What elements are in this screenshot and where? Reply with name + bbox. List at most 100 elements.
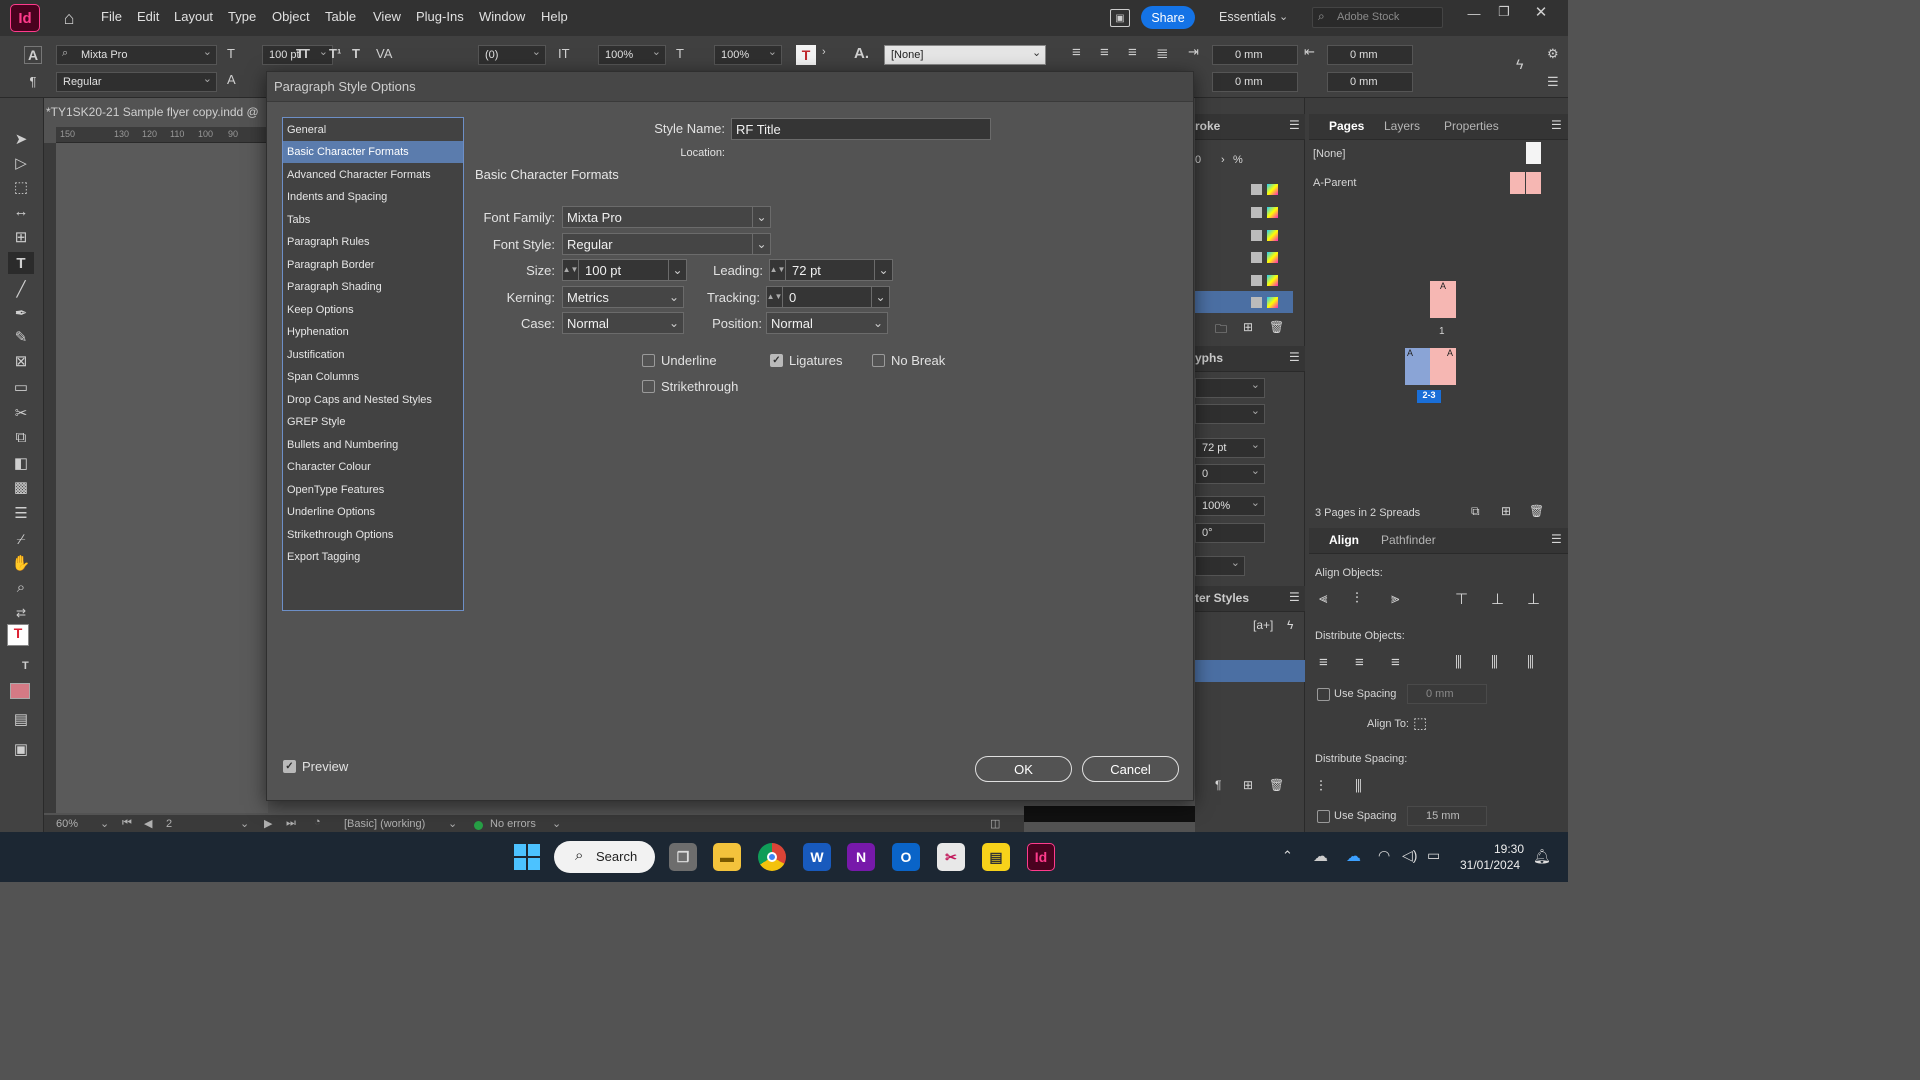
page-number-field[interactable]: 2 bbox=[166, 818, 172, 830]
right-indent-field[interactable]: 0 mm bbox=[1327, 45, 1413, 65]
notification-bell-icon[interactable]: 🔔︎ bbox=[1533, 848, 1551, 865]
last-line-indent-field[interactable]: 0 mm bbox=[1327, 72, 1413, 92]
paragraph-style-icon[interactable]: ¶ bbox=[1215, 778, 1221, 792]
horizontal-scale-field[interactable]: 100% bbox=[714, 45, 782, 65]
category-underline-options[interactable]: Underline Options bbox=[283, 501, 463, 523]
category-character-colour[interactable]: Character Colour bbox=[283, 456, 463, 478]
leading-field[interactable]: ▲▼ 72 pt ⌄ bbox=[769, 259, 893, 281]
split-view-icon[interactable]: ◫ bbox=[990, 817, 1000, 830]
distribute-horizontal-space-icon[interactable]: ⫼ bbox=[1355, 778, 1362, 795]
dialog-title[interactable]: Paragraph Style Options bbox=[267, 72, 1193, 102]
align-to-selection-icon[interactable]: ⬚ bbox=[1413, 714, 1427, 732]
zoom-tool-icon[interactable]: ⌕ bbox=[8, 576, 34, 598]
kerning-field[interactable]: (0) bbox=[478, 45, 546, 65]
pen-tool-icon[interactable]: ✒ bbox=[8, 302, 34, 324]
chevron-down-icon[interactable]: ⌄ bbox=[871, 287, 889, 307]
category-opentype-features[interactable]: OpenType Features bbox=[283, 479, 463, 501]
spacing-field-2[interactable]: 15 mm bbox=[1407, 806, 1487, 826]
character-mode-icon[interactable]: A bbox=[24, 46, 42, 64]
chevron-down-icon[interactable]: ⌄ bbox=[752, 207, 770, 227]
tracking-stepper[interactable]: ▲▼ bbox=[767, 287, 783, 307]
chevron-down-icon[interactable]: ⌄ bbox=[874, 260, 892, 280]
menu-type[interactable]: Type bbox=[228, 9, 256, 24]
snipping-tool-icon[interactable]: ✂ bbox=[937, 843, 965, 871]
distribute-vertical-centers-icon[interactable]: ≡ bbox=[1355, 654, 1364, 671]
rectangle-tool-icon[interactable]: ▭ bbox=[8, 376, 34, 398]
category-paragraph-border[interactable]: Paragraph Border bbox=[283, 254, 463, 276]
volume-icon[interactable]: ◁) bbox=[1402, 847, 1417, 864]
close-icon[interactable]: ✕ bbox=[1533, 3, 1549, 21]
align-right-icon[interactable]: ≡ bbox=[1128, 44, 1137, 61]
formatting-text-icon[interactable]: T bbox=[22, 660, 29, 672]
document-tab[interactable]: *TY1SK20-21 Sample flyer copy.indd @ bbox=[46, 105, 268, 127]
minimize-icon[interactable]: — bbox=[1466, 6, 1482, 21]
none-master-label[interactable]: [None] bbox=[1313, 148, 1345, 160]
category-justification[interactable]: Justification bbox=[283, 344, 463, 366]
distribute-left-icon[interactable]: ⫼ bbox=[1455, 654, 1462, 671]
panel-menu-icon[interactable]: ☰ bbox=[1289, 118, 1300, 132]
lightning-icon[interactable]: ϟ bbox=[1516, 56, 1523, 72]
panel-menu-icon[interactable]: ☰ bbox=[1551, 532, 1562, 546]
workspace-switcher[interactable]: Essentials bbox=[1219, 10, 1276, 24]
sticky-notes-icon[interactable]: ▤ bbox=[982, 843, 1010, 871]
onedrive-business-icon[interactable]: ☁ bbox=[1346, 847, 1361, 865]
chevron-right-icon[interactable]: › bbox=[822, 46, 826, 58]
indesign-taskbar-icon[interactable]: Id bbox=[1027, 843, 1055, 871]
chevron-down-icon[interactable]: ⌄ bbox=[1279, 10, 1288, 23]
gear-icon[interactable]: ⚙ bbox=[1547, 46, 1559, 62]
panel-menu-icon[interactable]: ☰ bbox=[1289, 590, 1300, 604]
gap-tool-icon[interactable]: ↔ bbox=[8, 200, 34, 222]
new-item-icon[interactable]: ⊞ bbox=[1243, 778, 1253, 792]
parent-master-label[interactable]: A-Parent bbox=[1313, 177, 1356, 189]
chevron-down-icon[interactable]: ⌄ bbox=[448, 817, 457, 830]
menu-help[interactable]: Help bbox=[541, 9, 568, 24]
spread-label[interactable]: 2-3 bbox=[1417, 390, 1441, 403]
battery-icon[interactable]: ▭ bbox=[1427, 847, 1440, 864]
chevron-up-icon[interactable]: ⌃ bbox=[1282, 848, 1293, 864]
trash-icon[interactable]: 🗑 bbox=[1269, 320, 1284, 334]
text-fill-icon[interactable]: T bbox=[796, 45, 816, 65]
kerning-dropdown[interactable]: Metrics ⌄ bbox=[562, 286, 684, 308]
distribute-vertical-space-icon[interactable]: ⫶ bbox=[1319, 778, 1323, 795]
eyedropper-tool-icon[interactable]: ⌿ bbox=[8, 528, 34, 550]
all-caps-icon[interactable]: TT bbox=[296, 46, 310, 61]
fill-stroke-icon[interactable]: T bbox=[7, 624, 29, 646]
tab-layers[interactable]: Layers bbox=[1384, 119, 1420, 133]
direct-selection-tool-icon[interactable]: ▷ bbox=[8, 152, 34, 174]
selection-tool-icon[interactable]: ➤ bbox=[8, 128, 34, 150]
category-basic-character-formats[interactable]: Basic Character Formats bbox=[283, 141, 463, 163]
document-canvas[interactable] bbox=[56, 143, 268, 813]
page-tool-icon[interactable]: ⬚ bbox=[8, 176, 34, 198]
cancel-button[interactable]: Cancel bbox=[1082, 756, 1179, 782]
font-style-field[interactable]: Regular bbox=[56, 72, 217, 92]
align-bottom-edges-icon[interactable]: ⊥ bbox=[1527, 590, 1540, 608]
file-explorer-icon[interactable]: ▬ bbox=[713, 843, 741, 871]
panel-menu-icon[interactable]: ☰ bbox=[1547, 74, 1559, 90]
type-tool-icon[interactable]: T bbox=[8, 252, 34, 274]
note-tool-icon[interactable]: ☰ bbox=[8, 502, 34, 524]
case-dropdown[interactable]: Normal ⌄ bbox=[562, 312, 684, 334]
align-center-icon[interactable]: ≡ bbox=[1100, 44, 1109, 61]
category-indents-and-spacing[interactable]: Indents and Spacing bbox=[283, 186, 463, 208]
taskbar-search[interactable]: Search bbox=[554, 841, 655, 873]
folder-icon[interactable]: 🗀 bbox=[1215, 320, 1227, 341]
free-transform-tool-icon[interactable]: ⧉ bbox=[8, 426, 34, 448]
menu-object[interactable]: Object bbox=[272, 9, 310, 24]
category-bullets-and-numbering[interactable]: Bullets and Numbering bbox=[283, 434, 463, 456]
category-span-columns[interactable]: Span Columns bbox=[283, 366, 463, 388]
gradient-swatch-tool-icon[interactable]: ◧ bbox=[8, 452, 34, 474]
tab-properties[interactable]: Properties bbox=[1444, 119, 1499, 133]
page-1-thumbnail[interactable]: A bbox=[1430, 281, 1456, 318]
size-stepper[interactable]: ▲▼ bbox=[563, 260, 579, 280]
chevron-down-icon[interactable]: ⌄ bbox=[100, 817, 109, 830]
indesign-logo[interactable]: Id bbox=[10, 4, 40, 32]
category-drop-caps[interactable]: Drop Caps and Nested Styles bbox=[283, 389, 463, 411]
category-strikethrough-options[interactable]: Strikethrough Options bbox=[283, 524, 463, 546]
menu-table[interactable]: Table bbox=[325, 9, 356, 24]
spacing-field[interactable]: 0 mm bbox=[1407, 684, 1487, 704]
page-3-thumbnail[interactable]: A bbox=[1430, 348, 1456, 385]
menu-plugins[interactable]: Plug-Ins bbox=[416, 9, 464, 24]
no-break-checkbox[interactable] bbox=[872, 354, 885, 367]
left-indent-field[interactable]: 0 mm bbox=[1212, 45, 1298, 65]
edit-page-size-icon[interactable]: ⧉ bbox=[1471, 504, 1480, 519]
